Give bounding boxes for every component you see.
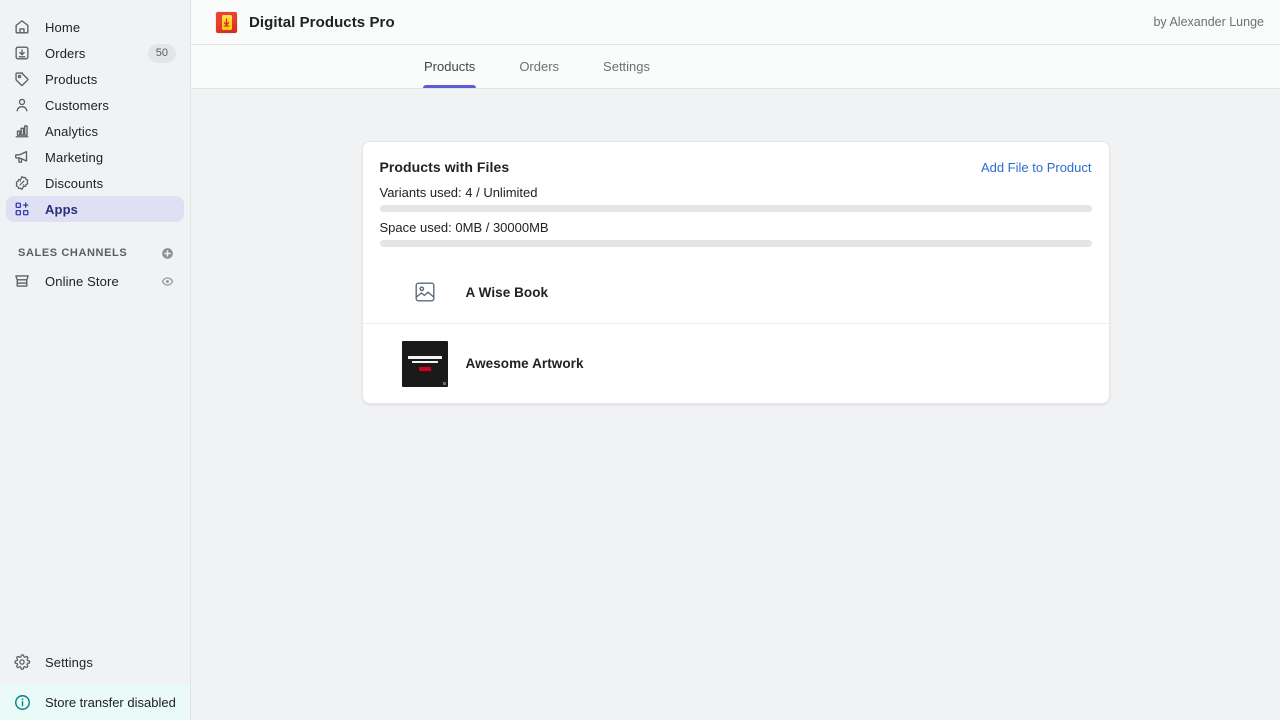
sidebar-primary-nav: Home Orders 50 Products Customers Analyt… (0, 0, 190, 222)
sidebar-item-label: Products (45, 71, 98, 87)
tab-bar: Products Orders Settings (191, 45, 1280, 89)
sidebar-item-products[interactable]: Products (6, 66, 184, 92)
sidebar-item-label: Home (45, 19, 81, 35)
sidebar: Home Orders 50 Products Customers Analyt… (0, 0, 191, 720)
analytics-icon (12, 121, 32, 141)
home-icon (12, 17, 32, 37)
image-placeholder-icon (414, 281, 436, 303)
tab-label: Orders (519, 59, 560, 74)
sidebar-item-label: Online Store (45, 273, 119, 289)
store-transfer-label: Store transfer disabled (45, 694, 176, 710)
orders-icon (12, 43, 32, 63)
sidebar-bottom: Settings Store transfer disabled (0, 649, 190, 720)
list-item[interactable]: Awesome Artwork (362, 323, 1109, 403)
space-used-track (379, 240, 1092, 247)
marketing-icon (12, 147, 32, 167)
sidebar-item-label: Customers (45, 97, 110, 113)
sidebar-item-customers[interactable]: Customers (6, 92, 184, 118)
add-file-to-product-link[interactable]: Add File to Product (981, 160, 1092, 175)
info-circle-icon (12, 692, 32, 712)
variants-used-label: Variants used: 4 / Unlimited (379, 185, 538, 200)
apps-icon (12, 199, 32, 219)
eye-icon[interactable] (158, 272, 176, 290)
sidebar-item-marketing[interactable]: Marketing (6, 144, 184, 170)
list-item[interactable]: A Wise Book (363, 261, 1109, 323)
sidebar-item-analytics[interactable]: Analytics (6, 118, 184, 144)
usage-meters: Variants used: 4 / Unlimited Space used:… (363, 185, 1109, 247)
sidebar-item-label: Orders (45, 45, 86, 61)
sidebar-item-label: Analytics (45, 123, 99, 139)
download-app-icon (216, 11, 237, 33)
products-icon (12, 69, 32, 89)
variants-used-meter: Variants used: 4 / Unlimited (379, 185, 1092, 212)
sidebar-item-home[interactable]: Home (6, 14, 184, 40)
space-used-label: Space used: 0MB / 30000MB (379, 220, 549, 235)
tab-settings[interactable]: Settings (603, 45, 650, 88)
sidebar-item-apps[interactable]: Apps (6, 196, 184, 222)
sidebar-item-label: Apps (45, 201, 79, 217)
plus-circle-icon[interactable] (158, 244, 176, 262)
main-area: Digital Products Pro by Alexander Lunge … (191, 0, 1280, 720)
customers-icon (12, 95, 32, 115)
content-area: Products with Files Add File to Product … (191, 89, 1280, 720)
sales-channels-title: SALES CHANNELS (18, 247, 128, 259)
orders-count-badge: 50 (147, 43, 176, 63)
product-name: Awesome Artwork (465, 356, 584, 371)
poster-thumbnail (401, 340, 448, 387)
sidebar-item-label: Marketing (45, 149, 104, 165)
tab-label: Products (424, 59, 476, 74)
space-used-meter: Space used: 0MB / 30000MB (379, 220, 1092, 247)
sidebar-item-online-store[interactable]: Online Store (6, 268, 184, 294)
variants-used-track (379, 205, 1092, 212)
app-author-byline: by Alexander Lunge (1153, 15, 1264, 29)
app-topbar: Digital Products Pro by Alexander Lunge (191, 0, 1280, 45)
app-root: Home Orders 50 Products Customers Analyt… (0, 0, 1280, 720)
gear-icon (12, 652, 32, 672)
tab-orders[interactable]: Orders (519, 45, 559, 88)
sidebar-item-discounts[interactable]: Discounts (6, 170, 184, 196)
page-title: Digital Products Pro (249, 13, 395, 31)
tab-label: Settings (603, 59, 651, 74)
product-list: A Wise Book Awesome Artwork (362, 261, 1109, 403)
discounts-icon (12, 173, 32, 193)
card-header: Products with Files Add File to Product (363, 142, 1109, 175)
sidebar-item-label: Settings (45, 654, 94, 670)
product-thumbnail (402, 269, 448, 315)
sidebar-item-settings[interactable]: Settings (6, 649, 184, 675)
products-with-files-card: Products with Files Add File to Product … (361, 141, 1110, 404)
store-transfer-status[interactable]: Store transfer disabled (0, 684, 190, 720)
sidebar-item-orders[interactable]: Orders 50 (6, 40, 184, 66)
store-icon (12, 271, 32, 291)
card-title: Products with Files (379, 159, 510, 175)
product-thumbnail (401, 340, 448, 387)
tab-products[interactable]: Products (422, 45, 477, 88)
sales-channels-header: SALES CHANNELS (6, 240, 184, 266)
product-name: A Wise Book (465, 284, 549, 300)
sidebar-item-label: Discounts (45, 175, 104, 191)
